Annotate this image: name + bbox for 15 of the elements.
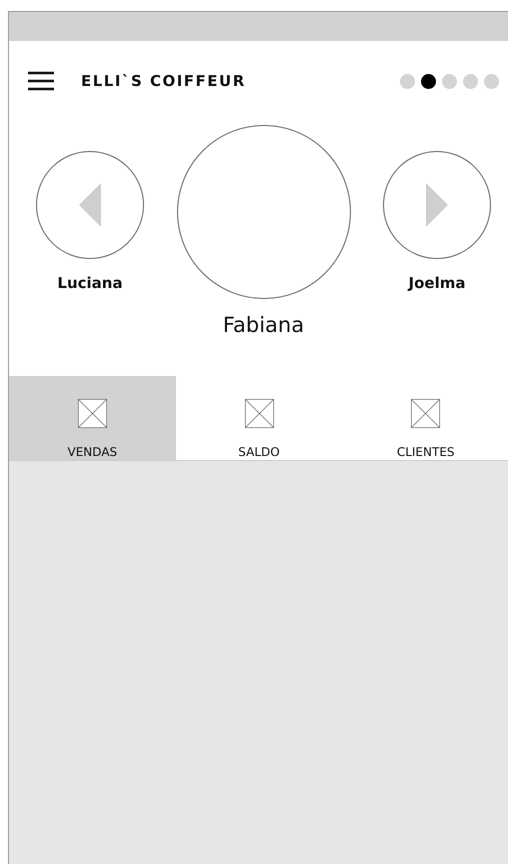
left-arrow-icon xyxy=(79,183,101,227)
next-profile-button[interactable] xyxy=(383,151,491,259)
previous-profile-button[interactable] xyxy=(36,151,144,259)
page-dot[interactable] xyxy=(400,74,415,88)
app-title: ELLI`S COIFFEUR xyxy=(81,72,247,90)
page-dot[interactable] xyxy=(421,74,436,88)
page-dot[interactable] xyxy=(442,74,457,88)
profile-name: Joelma xyxy=(408,274,466,292)
page-dot[interactable] xyxy=(463,74,478,88)
menu-icon[interactable] xyxy=(28,71,54,91)
page-dot[interactable] xyxy=(484,74,499,88)
right-arrow-icon xyxy=(426,183,448,227)
tab[interactable]: VENDAS xyxy=(9,376,176,460)
profile-name: Luciana xyxy=(57,274,123,292)
profile-name: Fabiana xyxy=(222,313,304,337)
